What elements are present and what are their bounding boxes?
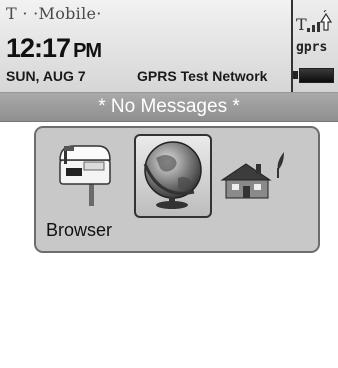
date-label: SUN, AUG 7 (6, 68, 86, 84)
data-connection-label: gprs (296, 40, 328, 55)
selected-app-label: Browser (46, 220, 113, 240)
device-screen: T · ·Mobile· 12:17 PM SUN, AUG 7 GPRS Tes… (0, 0, 338, 368)
clock: 12:17 PM (6, 33, 102, 64)
clock-ampm: PM (73, 40, 102, 62)
house-icon[interactable] (218, 134, 288, 212)
signal-status-box: T gprs (291, 0, 338, 92)
clock-time: 12:17 (6, 33, 71, 63)
status-bar: T · ·Mobile· 12:17 PM SUN, AUG 7 GPRS Tes… (0, 0, 338, 93)
mailbox-icon[interactable] (56, 134, 126, 212)
network-name: GPRS Test Network (137, 68, 268, 84)
signal-strength-icon: T (296, 10, 333, 34)
home-screen: Browser (0, 122, 338, 368)
globe-icon[interactable] (136, 134, 206, 212)
carrier-name: T · ·Mobile· (6, 4, 102, 23)
battery-icon (299, 68, 334, 83)
battery-tip (293, 71, 298, 79)
app-tray: Browser (34, 126, 320, 253)
message-banner: * No Messages * (0, 93, 338, 122)
svg-text:T: T (296, 15, 307, 34)
